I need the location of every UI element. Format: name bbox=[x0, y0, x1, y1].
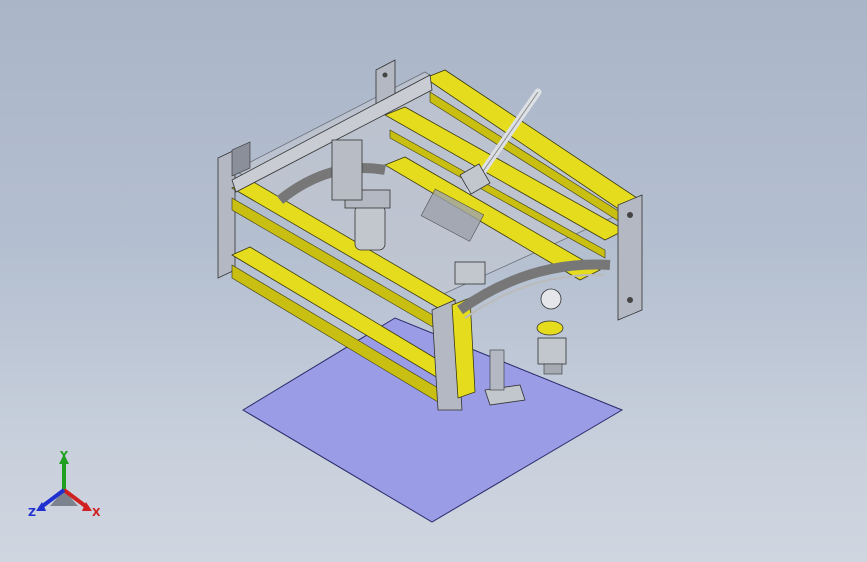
y-axis-label: Y bbox=[59, 449, 69, 462]
z-axis-label: Z bbox=[28, 506, 36, 519]
right-end-plate bbox=[617, 194, 643, 321]
axis-triad: Y X Z bbox=[24, 448, 108, 528]
cad-viewport[interactable]: Y X Z bbox=[0, 0, 867, 562]
knob-assembly bbox=[536, 288, 567, 375]
x-axis-label: X bbox=[92, 506, 101, 519]
assembly-scene[interactable] bbox=[0, 0, 867, 562]
